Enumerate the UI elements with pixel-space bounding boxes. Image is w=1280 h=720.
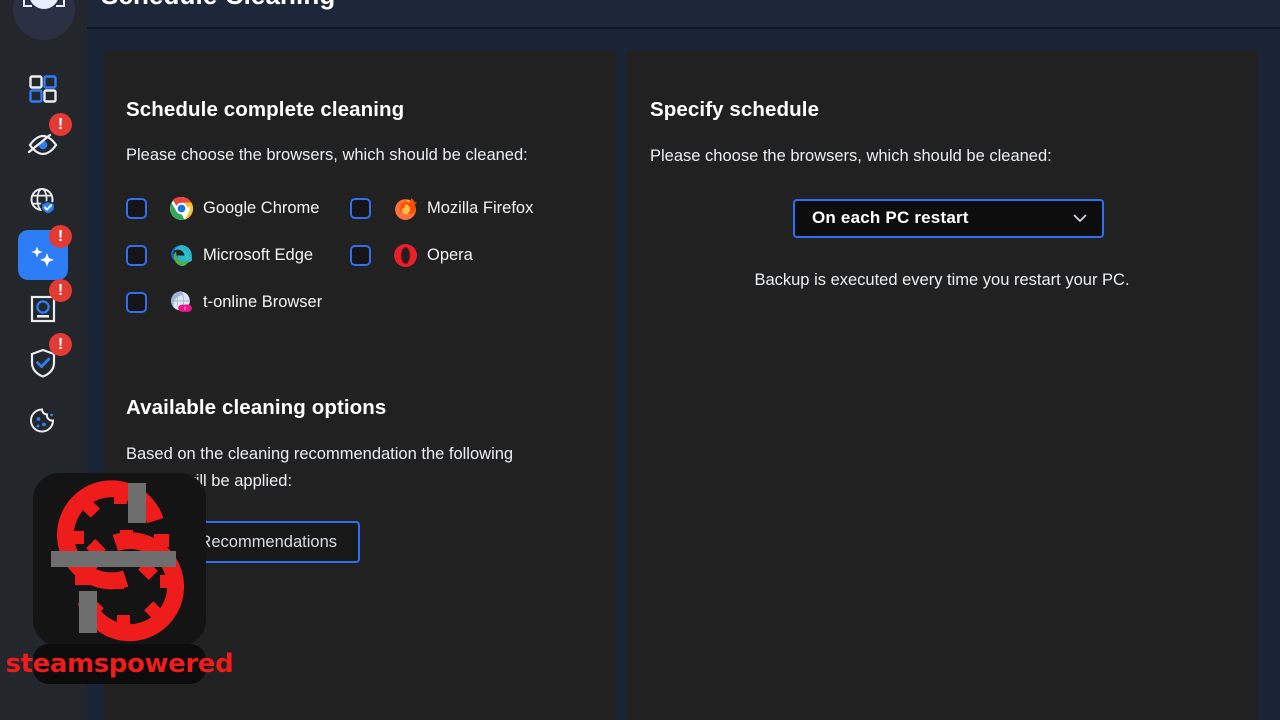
page-header: Schedule Cleaning bbox=[87, 0, 1280, 29]
panel-description: Based on the cleaning recommendation the… bbox=[126, 445, 514, 490]
alert-badge: ! bbox=[49, 113, 72, 136]
panel-title: Specify schedule bbox=[650, 98, 820, 121]
opera-icon bbox=[393, 243, 418, 268]
browser-label: Mozilla Firefox bbox=[427, 198, 534, 217]
alert-badge: ! bbox=[49, 333, 72, 356]
browser-label: Google Chrome bbox=[203, 198, 320, 217]
cookie-icon bbox=[29, 407, 57, 435]
sidebar: ! ! ! ! bbox=[0, 0, 87, 720]
checkbox-microsoft-edge[interactable] bbox=[126, 244, 147, 266]
schedule-select[interactable]: On each PC restart bbox=[793, 198, 1104, 238]
sidebar-item-cookies[interactable] bbox=[18, 396, 68, 446]
brand-logo-icon bbox=[13, 0, 75, 40]
sidebar-item-security[interactable]: ! bbox=[18, 333, 72, 388]
firefox-icon bbox=[393, 196, 418, 221]
panel-title: Schedule complete cleaning bbox=[126, 98, 405, 121]
schedule-hint: Backup is executed every time you restar… bbox=[754, 270, 1130, 289]
checkbox-mozilla-firefox[interactable] bbox=[350, 197, 371, 219]
sidebar-item-cleaning[interactable]: ! bbox=[18, 225, 72, 280]
browser-option-opera[interactable]: Opera bbox=[350, 243, 574, 268]
schedule-complete-cleaning-panel: Schedule complete cleaning Please choose… bbox=[104, 50, 616, 369]
panel-description: Please choose the browsers, which should… bbox=[126, 146, 528, 164]
browser-label: Microsoft Edge bbox=[203, 245, 314, 264]
browser-label: Opera bbox=[427, 245, 473, 264]
sidebar-item-privacy[interactable]: ! bbox=[18, 113, 72, 168]
browser-option-google-chrome[interactable]: Google Chrome bbox=[126, 196, 350, 221]
grid-squares-icon bbox=[29, 75, 57, 103]
available-cleaning-options-panel: Available cleaning options Based on the … bbox=[104, 347, 616, 720]
tonline-icon: t bbox=[169, 290, 194, 315]
panel-title: Available cleaning options bbox=[126, 396, 387, 419]
chrome-icon bbox=[169, 196, 194, 221]
app-root: ! ! ! ! Schedule complete cleaning Pleas… bbox=[0, 0, 1280, 720]
sidebar-item-dashboard[interactable] bbox=[18, 64, 68, 114]
sidebar-item-identity[interactable]: ! bbox=[18, 279, 72, 334]
alert-badge: ! bbox=[49, 225, 72, 248]
browser-option-tonline-browser[interactable]: t t-online Browser bbox=[126, 290, 350, 315]
checkbox-opera[interactable] bbox=[350, 244, 371, 266]
browser-option-mozilla-firefox[interactable]: Mozilla Firefox bbox=[350, 196, 574, 221]
adjust-recommendations-button[interactable]: Adjust Recommendations bbox=[126, 521, 360, 563]
page-title: Schedule Cleaning bbox=[101, 0, 335, 11]
browser-label: t-online Browser bbox=[203, 292, 323, 311]
svg-text:t: t bbox=[184, 305, 186, 311]
main-content: Schedule complete cleaning Please choose… bbox=[87, 31, 1280, 720]
chevron-down-icon bbox=[1072, 210, 1088, 226]
alert-badge: ! bbox=[49, 279, 72, 302]
edge-icon bbox=[169, 243, 194, 268]
sidebar-item-web-protection[interactable] bbox=[18, 176, 68, 226]
checkbox-google-chrome[interactable] bbox=[126, 197, 147, 219]
checkbox-tonline-browser[interactable] bbox=[126, 291, 147, 313]
browser-checkbox-grid: Google Chrome Mozilla Firefox Microsoft … bbox=[126, 196, 616, 315]
schedule-select-value: On each PC restart bbox=[812, 208, 969, 227]
globe-shield-icon bbox=[28, 186, 58, 216]
specify-schedule-panel: Specify schedule Please choose the brows… bbox=[626, 50, 1258, 720]
browser-option-microsoft-edge[interactable]: Microsoft Edge bbox=[126, 243, 350, 268]
panel-description: Please choose the browsers, which should… bbox=[650, 147, 1052, 165]
